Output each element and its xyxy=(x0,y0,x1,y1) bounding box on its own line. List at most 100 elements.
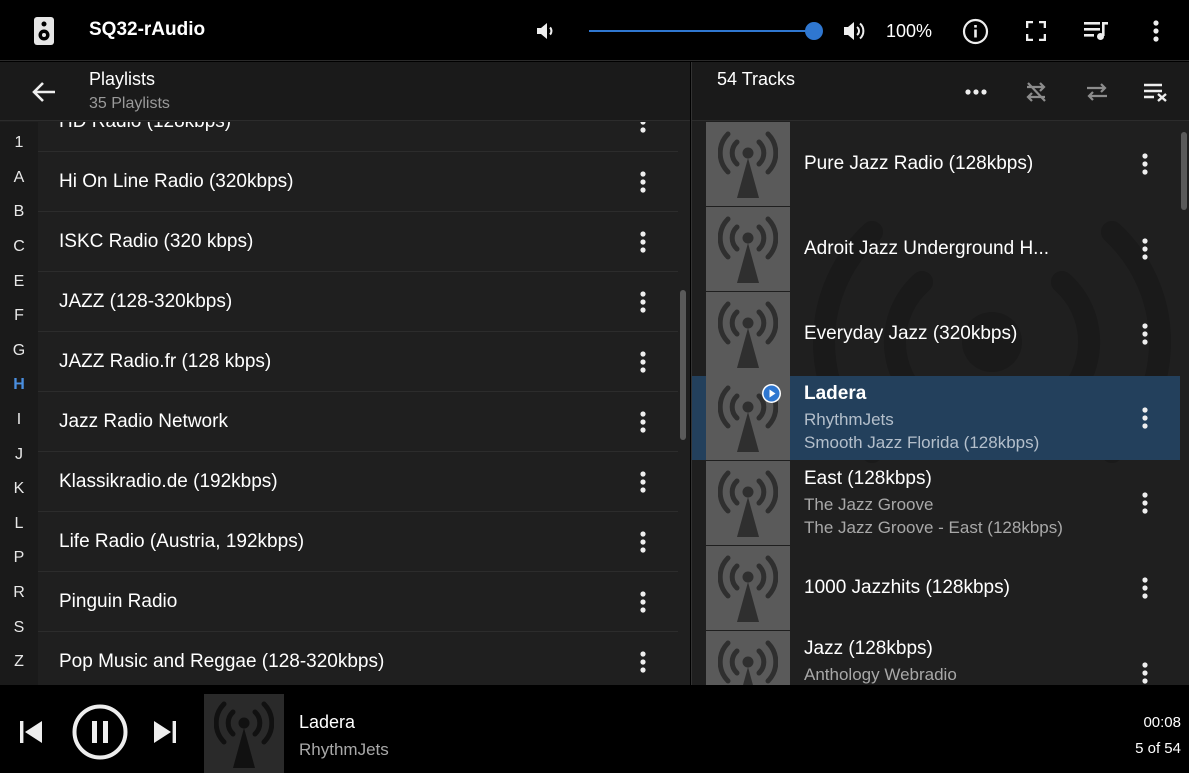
playlist-item[interactable]: Hi On Line Radio (320kbps) xyxy=(38,152,678,212)
track-album: Smooth Jazz Florida (128kbps) xyxy=(804,433,1040,452)
jump-letter[interactable]: K xyxy=(0,480,38,498)
track-title: Everyday Jazz (320kbps) xyxy=(804,323,1018,344)
jump-letter[interactable]: 1 xyxy=(0,134,38,152)
tracks-header: 54 Tracks xyxy=(692,62,1189,121)
playlist-name: Hi On Line Radio (320kbps) xyxy=(59,171,294,192)
track-row-current[interactable]: Ladera RhythmJets Smooth Jazz Florida (1… xyxy=(692,376,1180,460)
jump-letter[interactable]: A xyxy=(0,169,38,187)
shuffle-icon[interactable] xyxy=(1084,80,1110,104)
playlist-item[interactable]: Pinguin Radio xyxy=(38,572,678,632)
more-vert-icon[interactable] xyxy=(631,350,655,374)
more-vert-icon[interactable] xyxy=(1145,19,1167,43)
alphabet-jump-bar: 1 A B C E F G H I J K L P R S Z xyxy=(0,122,38,685)
track-row[interactable]: 1000 Jazzhits (128kbps) xyxy=(692,546,1180,630)
track-row[interactable]: Everyday Jazz (320kbps) xyxy=(692,292,1180,376)
volume-slider-handle[interactable] xyxy=(805,22,823,40)
playing-indicator-icon xyxy=(762,384,781,403)
volume-percent: 100% xyxy=(886,21,933,41)
queue-position: 5 of 54 xyxy=(1135,740,1181,757)
elapsed-time: 00:08 xyxy=(1143,714,1181,731)
playlist-list: HD Radio (128kbps) Hi On Line Radio (320… xyxy=(38,122,678,685)
playlist-item[interactable]: Klassikradio.de (192kbps) xyxy=(38,452,678,512)
more-vert-icon[interactable] xyxy=(631,650,655,674)
track-artist: Anthology Webradio xyxy=(804,665,957,684)
jump-letter[interactable]: E xyxy=(0,273,38,291)
radio-tower-icon xyxy=(706,292,790,376)
clear-queue-icon[interactable] xyxy=(1142,80,1170,104)
repeat-icon[interactable] xyxy=(1023,79,1049,105)
next-icon[interactable] xyxy=(151,718,179,746)
more-vert-icon[interactable] xyxy=(631,590,655,614)
playlist-item[interactable]: Pop Music and Reggae (128-320kbps) xyxy=(38,632,678,685)
jump-letter[interactable]: Z xyxy=(0,653,38,671)
pause-icon[interactable] xyxy=(72,704,128,760)
playlists-scrollbar[interactable] xyxy=(680,290,686,440)
radio-tower-icon xyxy=(706,631,790,685)
now-playing-cover[interactable] xyxy=(204,694,284,773)
info-icon[interactable] xyxy=(962,18,989,45)
more-vert-icon[interactable] xyxy=(631,410,655,434)
track-artist: The Jazz Groove xyxy=(804,495,934,514)
track-artist: RhythmJets xyxy=(804,410,894,429)
playlist-name: JAZZ (128-320kbps) xyxy=(59,291,233,312)
playlist-name: Jazz Radio Network xyxy=(59,411,228,432)
now-playing-artist: RhythmJets xyxy=(299,740,389,759)
playlist-item[interactable]: JAZZ Radio.fr (128 kbps) xyxy=(38,332,678,392)
track-list: Pure Jazz Radio (128kbps) Adroit Jazz Un… xyxy=(692,122,1189,685)
track-row[interactable]: East (128kbps) The Jazz Groove The Jazz … xyxy=(692,461,1180,545)
more-horiz-icon[interactable] xyxy=(964,80,988,104)
track-row[interactable]: Adroit Jazz Underground H... xyxy=(692,207,1180,291)
jump-letter-active[interactable]: H xyxy=(0,376,38,394)
more-vert-icon[interactable] xyxy=(1133,152,1157,176)
playlist-item[interactable]: ISKC Radio (320 kbps) xyxy=(38,212,678,272)
playlist-item[interactable]: Jazz Radio Network xyxy=(38,392,678,452)
jump-letter[interactable]: P xyxy=(0,549,38,567)
more-vert-icon[interactable] xyxy=(631,122,655,134)
back-arrow-icon[interactable] xyxy=(31,79,57,105)
fullscreen-icon[interactable] xyxy=(1025,20,1047,42)
more-vert-icon[interactable] xyxy=(631,170,655,194)
tracks-pane: 54 Tracks Pure Jazz Radio (128kbps) Adro… xyxy=(691,62,1189,685)
radio-tower-icon xyxy=(706,546,790,630)
speaker-icon[interactable] xyxy=(32,16,56,46)
more-vert-icon[interactable] xyxy=(1133,322,1157,346)
track-row[interactable]: Pure Jazz Radio (128kbps) xyxy=(692,122,1180,206)
playlist-item[interactable]: Life Radio (Austria, 192kbps) xyxy=(38,512,678,572)
jump-letter[interactable]: J xyxy=(0,446,38,464)
jump-letter[interactable]: I xyxy=(0,411,38,429)
more-vert-icon[interactable] xyxy=(631,470,655,494)
more-vert-icon[interactable] xyxy=(631,530,655,554)
top-bar: SQ32-rAudio 100% xyxy=(0,0,1189,61)
playlist-item[interactable]: HD Radio (128kbps) xyxy=(38,122,678,152)
track-row[interactable]: Jazz (128kbps) Anthology Webradio xyxy=(692,631,1180,685)
more-vert-icon[interactable] xyxy=(1133,237,1157,261)
more-vert-icon[interactable] xyxy=(1133,491,1157,515)
more-vert-icon[interactable] xyxy=(631,290,655,314)
volume-slider-track[interactable] xyxy=(589,30,814,32)
volume-up-icon[interactable] xyxy=(842,18,868,44)
playlist-icon[interactable] xyxy=(1083,19,1109,43)
playlists-header: Playlists 35 Playlists xyxy=(0,62,690,121)
playlists-pane: Playlists 35 Playlists 1 A B C E F G H I… xyxy=(0,62,690,685)
more-vert-icon[interactable] xyxy=(1133,576,1157,600)
playlist-name: Klassikradio.de (192kbps) xyxy=(59,471,278,492)
track-title: Adroit Jazz Underground H... xyxy=(804,238,1050,259)
jump-letter[interactable]: B xyxy=(0,203,38,221)
jump-letter[interactable]: G xyxy=(0,342,38,360)
playlists-count: 35 Playlists xyxy=(89,95,170,112)
more-vert-icon[interactable] xyxy=(631,230,655,254)
tracks-scrollbar[interactable] xyxy=(1181,132,1187,210)
playlist-item[interactable]: JAZZ (128-320kbps) xyxy=(38,272,678,332)
jump-letter[interactable]: R xyxy=(0,584,38,602)
playlist-name: Life Radio (Austria, 192kbps) xyxy=(59,531,305,552)
previous-icon[interactable] xyxy=(17,718,45,746)
more-vert-icon[interactable] xyxy=(1133,406,1157,430)
volume-down-icon[interactable] xyxy=(533,19,557,43)
jump-letter[interactable]: F xyxy=(0,307,38,325)
jump-letter[interactable]: L xyxy=(0,515,38,533)
jump-letter[interactable]: S xyxy=(0,619,38,637)
app-title: SQ32-rAudio xyxy=(89,19,206,40)
more-vert-icon[interactable] xyxy=(1133,661,1157,685)
jump-letter[interactable]: C xyxy=(0,238,38,256)
track-title: Ladera xyxy=(804,383,867,404)
